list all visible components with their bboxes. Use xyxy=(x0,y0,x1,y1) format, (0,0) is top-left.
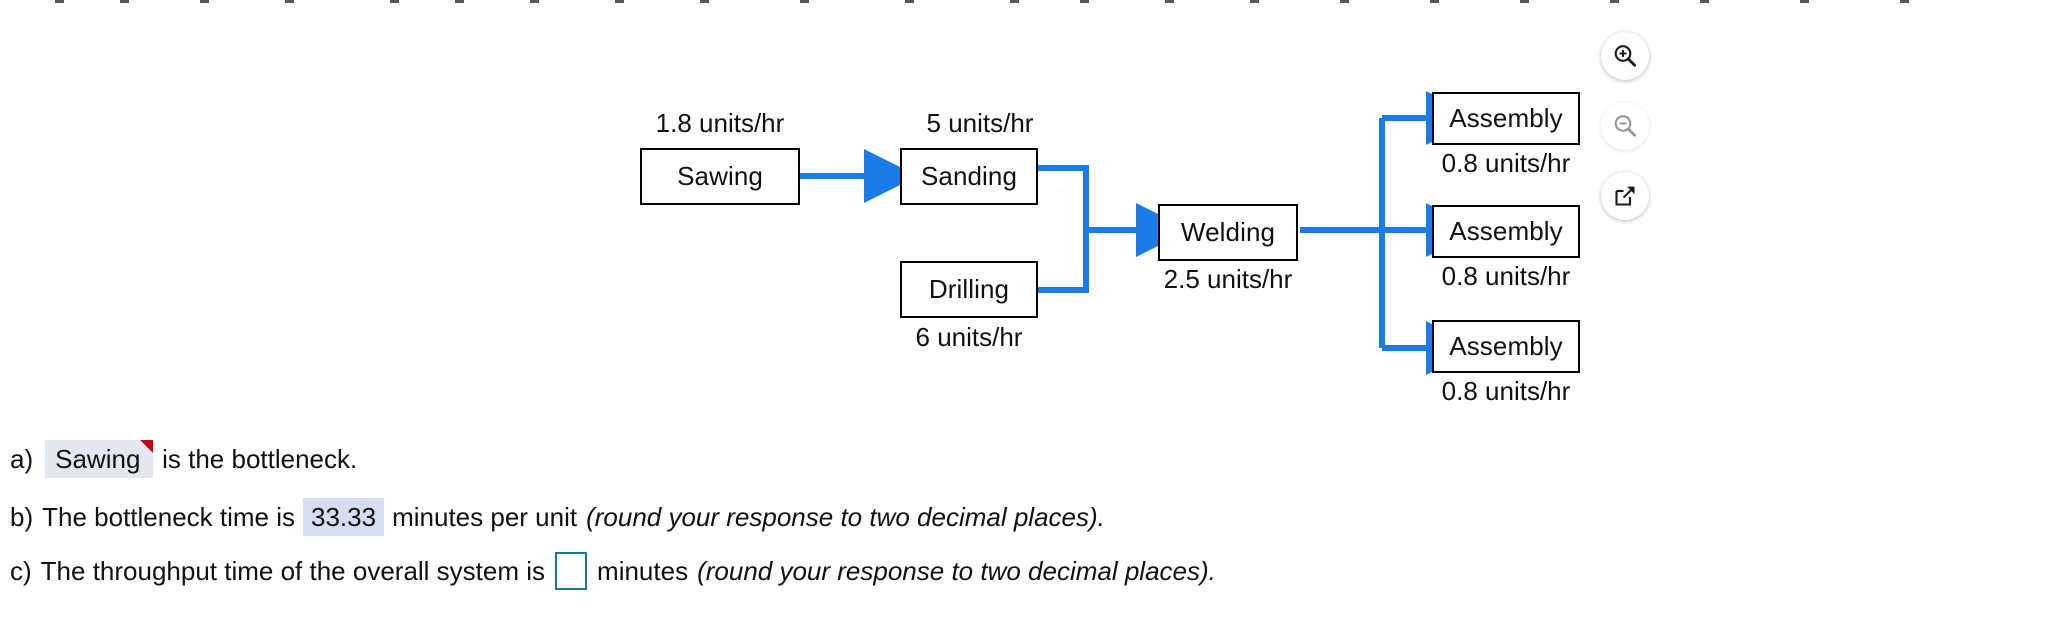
node-welding: Welding xyxy=(1158,204,1298,261)
answer-a-marker: a) xyxy=(10,443,34,474)
answer-line-b: b) The bottleneck time is 33.33 minutes … xyxy=(10,498,1105,536)
zoom-out-button[interactable] xyxy=(1601,102,1649,150)
node-sawing: Sawing xyxy=(640,148,800,205)
answer-b-value: 33.33 xyxy=(311,501,377,532)
open-in-new-icon xyxy=(1615,186,1635,206)
node-label-drilling: Drilling xyxy=(928,274,1010,304)
answer-c-mid-text: minutes xyxy=(597,555,689,586)
node-label-welding: Welding xyxy=(1180,217,1276,247)
answer-b-mid-text: minutes per unit xyxy=(392,501,578,532)
node-label-assembly-2: Assembly xyxy=(1449,216,1563,246)
node-assembly-3: Assembly xyxy=(1432,320,1580,373)
rate-label-drilling: 6 units/hr xyxy=(915,322,1023,352)
open-in-new-window-button[interactable] xyxy=(1601,172,1649,220)
rate-label-assembly-1: 0.8 units/hr xyxy=(1441,148,1571,178)
answer-line-a: a) Sawing is the bottleneck. xyxy=(10,440,357,478)
answer-b-hint: (round your response to two decimal plac… xyxy=(586,501,1105,532)
rate-label-assembly-2: 0.8 units/hr xyxy=(1441,261,1571,291)
rate-label-sawing: 1.8 units/hr xyxy=(655,108,785,138)
process-flow-diagram: 1.8 units/hr Sawing 5 units/hr Sanding D… xyxy=(0,0,2046,420)
answer-line-c: c) The throughput time of the overall sy… xyxy=(10,552,1216,590)
node-assembly-2: Assembly xyxy=(1432,205,1580,258)
rate-label-welding: 2.5 units/hr xyxy=(1163,264,1293,294)
flow-connectors xyxy=(800,91,1480,375)
magnifier-plus-icon xyxy=(1614,45,1637,67)
node-label-assembly-1: Assembly xyxy=(1449,103,1563,133)
answer-b-value-box[interactable]: 33.33 xyxy=(303,498,385,536)
answer-c-lead-text: The throughput time of the overall syste… xyxy=(40,555,546,586)
node-label-assembly-3: Assembly xyxy=(1449,331,1563,361)
node-drilling: Drilling xyxy=(900,261,1038,318)
magnifier-minus-icon xyxy=(1614,115,1637,137)
node-assembly-1: Assembly xyxy=(1432,92,1580,145)
rate-label-assembly-3: 0.8 units/hr xyxy=(1441,376,1571,406)
answer-a-tail: is the bottleneck. xyxy=(162,443,358,474)
rate-label-sanding: 5 units/hr xyxy=(926,108,1034,138)
answer-b-marker: b) xyxy=(10,501,34,532)
zoom-in-button[interactable] xyxy=(1601,32,1649,80)
answer-c-marker: c) xyxy=(10,555,32,586)
answer-a-value: Sawing xyxy=(55,443,141,474)
node-sanding: Sanding xyxy=(900,148,1038,205)
answer-a-value-box[interactable]: Sawing xyxy=(45,440,154,478)
connector-sanding-drilling-merge xyxy=(1036,165,1089,293)
answer-c-hint: (round your response to two decimal plac… xyxy=(697,555,1216,586)
node-label-sawing: Sawing xyxy=(677,161,763,191)
answer-c-input[interactable] xyxy=(555,552,588,590)
answer-b-lead-text: The bottleneck time is xyxy=(42,501,296,532)
node-label-sanding: Sanding xyxy=(920,161,1018,191)
comment-flag-icon xyxy=(140,440,154,453)
